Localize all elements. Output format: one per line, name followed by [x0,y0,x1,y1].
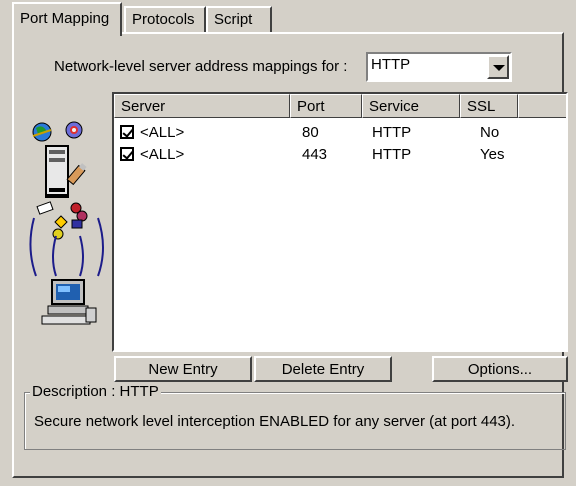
column-header-port[interactable]: Port [290,94,362,118]
row-checkbox[interactable] [120,147,134,161]
tab-port-mapping[interactable]: Port Mapping [12,2,122,36]
options-button[interactable]: Options... [432,356,568,382]
tab-label: Protocols [132,11,195,28]
column-header-server[interactable]: Server [114,94,290,118]
cell-service: HTTP [372,146,412,163]
cell-ssl: Yes [480,146,505,163]
tab-label: Port Mapping [20,10,110,27]
cell-server: <ALL> [140,146,185,163]
pencil-icon [66,163,87,186]
chevron-down-icon [493,65,505,71]
description-text: Secure network level interception ENABLE… [34,413,516,430]
dropdown-button[interactable] [487,55,509,79]
mapping-label: Network-level server address mappings fo… [54,58,348,75]
new-entry-button[interactable]: New Entry [114,356,252,382]
network-illustration [28,108,108,338]
tab-protocols[interactable]: Protocols [124,6,206,32]
network-nodes-icon [36,201,88,240]
cell-port: 443 [302,146,328,163]
row-checkbox[interactable] [120,125,134,139]
table-row[interactable]: <ALL> 80 HTTP No [114,122,566,144]
protocol-select-value: HTTP [371,56,411,73]
tab-script[interactable]: Script [206,6,272,32]
workstation-icon [41,279,97,325]
gear-globe-icon [65,121,83,139]
column-header-service[interactable]: Service [362,94,460,118]
column-header-ssl[interactable]: SSL [460,94,518,118]
table-row[interactable]: <ALL> 443 HTTP Yes [114,144,566,166]
protocol-select[interactable]: HTTP [366,52,512,82]
description-legend: Description : HTTP [30,383,161,400]
port-mapping-list[interactable]: Server Port Service SSL <ALL> 80 HTTP No… [112,92,568,352]
globe-icon [32,122,52,142]
delete-entry-button[interactable]: Delete Entry [254,356,392,382]
column-header-empty [518,94,566,118]
cell-port: 80 [302,124,319,141]
cell-server: <ALL> [140,124,185,141]
tab-label: Script [214,11,253,28]
cell-service: HTTP [372,124,412,141]
server-tower-icon [45,145,69,198]
cell-ssl: No [480,124,500,141]
